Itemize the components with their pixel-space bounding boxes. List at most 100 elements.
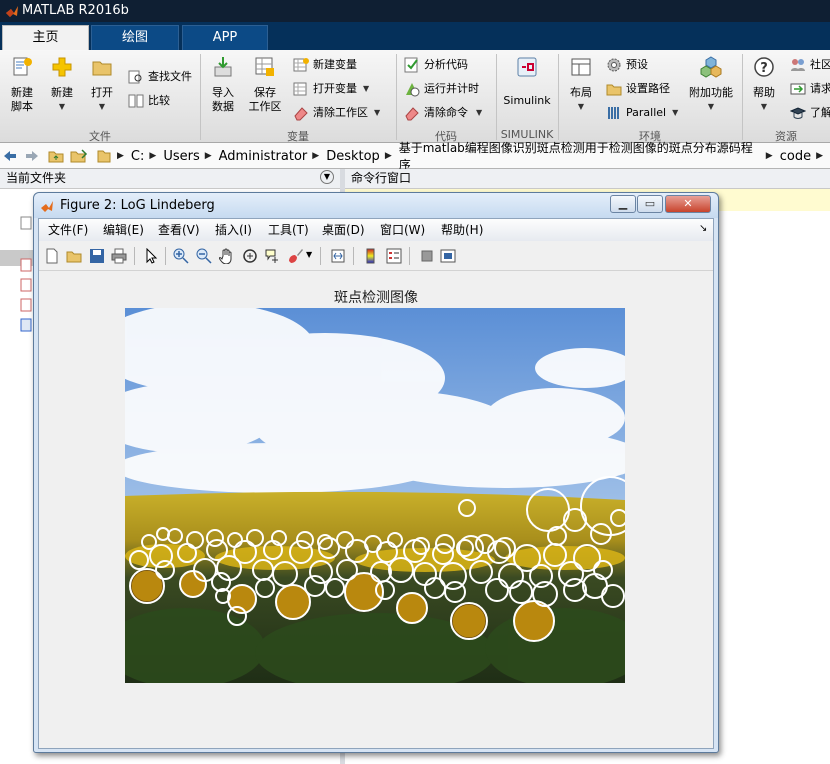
brush-icon[interactable] (288, 248, 304, 264)
blob-circle (547, 526, 567, 546)
rotate-3d-icon[interactable] (242, 248, 258, 264)
analyze-code-icon (404, 57, 418, 73)
forward-arrow-icon[interactable] (25, 149, 39, 163)
print-icon[interactable] (111, 248, 127, 264)
breadcrumb-arrow-icon: ▶ (384, 151, 392, 161)
menu-help[interactable]: 帮助(H) (441, 222, 483, 239)
browse-folder-icon[interactable] (70, 148, 88, 164)
figure-toolbar: ▼ (39, 241, 713, 271)
blob-circle (155, 560, 175, 580)
set-path-button[interactable]: 设置路径 (606, 79, 670, 99)
breadcrumb-item[interactable]: Users (163, 149, 199, 164)
svg-text:?: ? (760, 61, 768, 76)
blob-circle (317, 534, 333, 550)
menu-window[interactable]: 窗口(W) (380, 222, 425, 239)
pointer-icon[interactable] (143, 248, 159, 264)
tab-apps[interactable]: APP (182, 25, 268, 50)
menu-edit[interactable]: 编辑(E) (103, 222, 144, 239)
run-and-time-button[interactable]: 运行并计时 (404, 79, 479, 99)
menu-desktop[interactable]: 桌面(D) (322, 222, 365, 239)
command-window-header: 命令行窗口 (345, 169, 830, 189)
open-variable-button[interactable]: 打开变量 ▼ (293, 79, 369, 99)
breadcrumb-item[interactable]: code (780, 149, 811, 164)
clear-workspace-button[interactable]: 清除工作区 ▼ (293, 103, 380, 123)
eraser-icon (405, 107, 419, 121)
minimize-button[interactable]: ▁ (610, 195, 636, 213)
back-arrow-icon[interactable] (3, 149, 17, 163)
save-icon[interactable] (89, 248, 105, 264)
compare-button[interactable]: 比较 (128, 91, 170, 111)
parallel-button[interactable]: Parallel ▼ (606, 103, 678, 123)
toolbar-separator (320, 247, 321, 265)
maximize-button[interactable]: ▭ (637, 195, 663, 213)
help-button[interactable]: ? 帮助 ▼ (746, 56, 782, 114)
addons-button[interactable]: 附加功能 ▼ (686, 56, 736, 114)
chevron-down-icon: ▼ (374, 108, 381, 117)
breadcrumb-item[interactable]: Administrator (219, 149, 308, 164)
menu-file[interactable]: 文件(F) (48, 222, 88, 239)
blob-circle (227, 606, 247, 626)
parallel-icon (608, 107, 619, 119)
blob-circle (485, 578, 509, 602)
image-axes[interactable] (125, 308, 625, 683)
legend-icon[interactable] (386, 248, 402, 264)
import-data-button[interactable]: 导入 数据 (205, 56, 241, 114)
new-script-icon (13, 57, 32, 76)
new-button[interactable]: 新建 ▼ (44, 56, 80, 114)
up-folder-icon[interactable] (48, 148, 64, 164)
open-file-icon[interactable] (66, 248, 82, 264)
blob-circle (129, 550, 149, 570)
blob-circle (227, 532, 243, 548)
save-workspace-icon (255, 57, 274, 76)
colorbar-icon[interactable] (363, 248, 379, 264)
show-plot-tools-icon[interactable] (440, 248, 456, 264)
menu-insert[interactable]: 插入(I) (215, 222, 252, 239)
plot-title: 斑点检测图像 (334, 290, 418, 306)
preferences-button[interactable]: 预设 (606, 55, 648, 75)
blob-circle (424, 577, 446, 599)
dock-arrow-icon[interactable]: ↘ (699, 223, 707, 234)
addons-cubes-icon (700, 56, 722, 78)
blob-circle (590, 523, 612, 545)
menu-tools[interactable]: 工具(T) (268, 222, 309, 239)
run-time-icon (406, 83, 420, 97)
blob-circle (387, 532, 403, 548)
community-button[interactable]: 社区 (790, 55, 830, 75)
zoom-in-icon[interactable] (173, 248, 189, 264)
figure-titlebar[interactable]: Figure 2: LoG Lindeberg ▁ ▭ ✕ (34, 193, 718, 218)
menu-view[interactable]: 查看(V) (158, 222, 200, 239)
breadcrumb-arrow-icon: ▶ (149, 151, 157, 161)
new-script-button[interactable]: 新建 脚本 (4, 56, 40, 114)
tab-plots[interactable]: 绘图 (91, 25, 179, 50)
chevron-down-icon: ▼ (363, 84, 370, 93)
breadcrumb-item[interactable]: 基于matlab编程图像识别斑点检测用于检测图像的斑点分布源码程序 (399, 139, 761, 173)
data-cursor-icon[interactable] (265, 248, 281, 264)
learn-matlab-button[interactable]: 了解 (790, 103, 830, 123)
toolbar-separator (353, 247, 354, 265)
hide-plot-tools-icon[interactable] (419, 248, 435, 264)
pan-hand-icon[interactable] (219, 248, 235, 264)
panel-menu-icon[interactable]: ▼ (320, 170, 334, 184)
new-figure-icon[interactable] (44, 248, 60, 264)
community-icon (791, 59, 805, 71)
clear-commands-button[interactable]: 清除命令 ▼ (404, 103, 482, 123)
breadcrumb-item[interactable]: C: (131, 149, 144, 164)
link-plot-icon[interactable] (330, 248, 346, 264)
tab-home[interactable]: 主页 (2, 25, 89, 50)
find-files-button[interactable]: 查找文件 (128, 67, 192, 87)
new-variable-button[interactable]: 新建变量 (293, 55, 357, 75)
request-support-button[interactable]: 请求 (790, 79, 830, 99)
save-workspace-button[interactable]: 保存 工作区 (245, 56, 285, 114)
chevron-down-icon[interactable]: ▼ (306, 250, 312, 259)
analyze-code-button[interactable]: 分析代码 (404, 55, 468, 75)
blob-circle (296, 531, 314, 549)
breadcrumb-item[interactable]: Desktop (326, 149, 380, 164)
simulink-button[interactable]: Simulink (502, 56, 552, 108)
zoom-out-icon[interactable] (196, 248, 212, 264)
app-titlebar: MATLAB R2016b (0, 0, 830, 22)
open-button[interactable]: 打开 ▼ (84, 56, 120, 114)
blob-circle (388, 557, 414, 583)
plus-icon (52, 57, 72, 77)
layout-button[interactable]: 布局 ▼ (563, 56, 599, 114)
close-button[interactable]: ✕ (665, 195, 711, 213)
